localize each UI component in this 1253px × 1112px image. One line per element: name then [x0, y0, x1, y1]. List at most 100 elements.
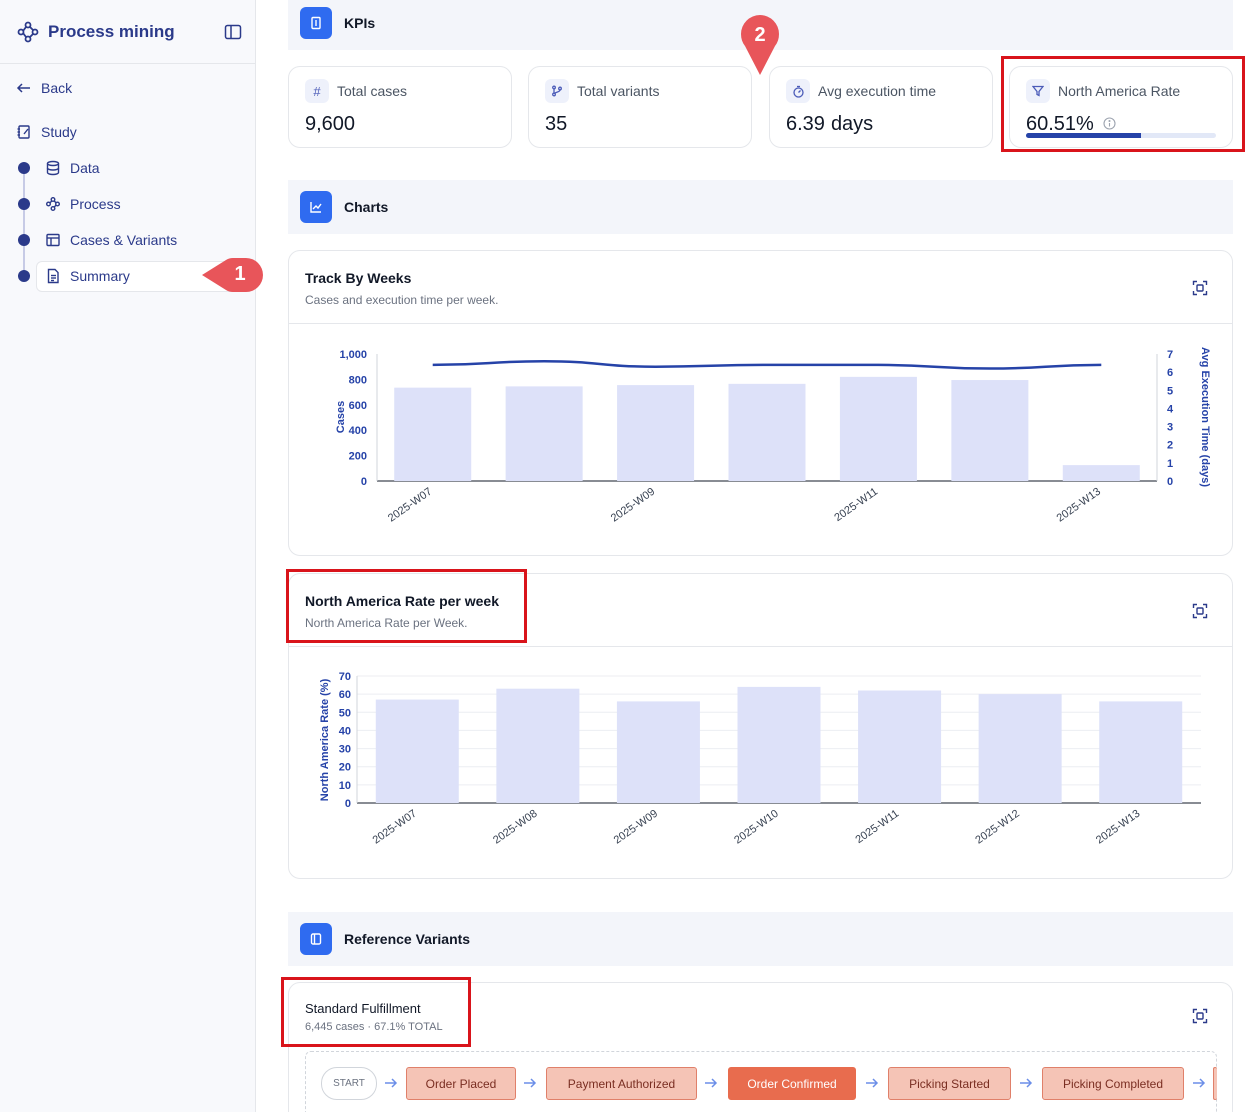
y-tick-label: 20	[339, 762, 351, 774]
chart-bar	[1099, 701, 1183, 803]
y-tick-label: 600	[349, 400, 367, 412]
tree-line	[23, 168, 25, 276]
arrow-right-icon	[524, 1078, 537, 1088]
tree-dot	[18, 270, 30, 282]
y-tick-label: 60	[339, 689, 351, 701]
kpi-card-avg-execution-time: Avg execution time 6.39 days	[769, 66, 993, 148]
y2-tick-label: 7	[1167, 349, 1173, 361]
callout-marker-2: 2	[739, 13, 781, 77]
workflow-icon	[46, 197, 60, 211]
flow-node-partial	[1213, 1067, 1217, 1100]
kpi-section-icon	[300, 7, 332, 39]
kpi-label: Avg execution time	[818, 83, 937, 99]
kpi-card-total-cases: # Total cases 9,600	[288, 66, 512, 148]
section-title: Charts	[344, 199, 389, 215]
arrow-right-icon	[1020, 1078, 1033, 1088]
highlight-box-chart-title	[286, 569, 527, 643]
sidebar-item-label: Summary	[70, 268, 130, 284]
back-label: Back	[41, 80, 73, 96]
variants-section-icon	[300, 923, 332, 955]
expand-icon[interactable]	[1192, 280, 1208, 296]
kpi-value: 35	[545, 113, 568, 135]
x-tick-label: 2025-W07	[371, 808, 419, 847]
sidebar-item-label: Process	[70, 196, 121, 212]
tree-dot	[18, 162, 30, 174]
section-title: Reference Variants	[344, 931, 471, 947]
notebook-pen-icon	[17, 125, 30, 139]
expand-icon[interactable]	[1192, 603, 1208, 619]
chart-bar	[496, 688, 580, 803]
y-tick-label: 70	[339, 671, 351, 683]
x-tick-label: 2025-W12	[973, 808, 1021, 847]
y-tick-label: 1,000	[339, 349, 367, 361]
y-tick-label: 400	[349, 425, 367, 437]
x-tick-label: 2025-W11	[832, 486, 880, 524]
chart-bar	[394, 387, 472, 481]
y2-tick-label: 0	[1167, 476, 1173, 488]
kpi-unit: days	[830, 113, 874, 135]
callout-marker-1: 1	[200, 255, 266, 295]
card-divider	[289, 323, 1232, 324]
process-logo-icon	[17, 21, 39, 42]
x-tick-label: 2025-W09	[612, 808, 660, 847]
file-text-icon	[47, 268, 59, 284]
arrow-right-icon	[1193, 1078, 1206, 1088]
y2-tick-label: 2	[1167, 440, 1173, 452]
kpi-card-total-variants: Total variants 35	[528, 66, 752, 148]
timer-icon	[786, 79, 810, 103]
callout-number: 2	[754, 24, 766, 46]
x-tick-label: 2025-W10	[732, 808, 780, 847]
charts-section-header: Charts	[288, 180, 1233, 234]
chart-bar	[616, 701, 700, 803]
sidebar-item-cases-variants[interactable]: Cases & Variants	[45, 232, 177, 248]
flow-node-highlighted[interactable]: Order Confirmed	[728, 1067, 856, 1100]
y-tick-label: 0	[345, 798, 351, 810]
y2-tick-label: 5	[1167, 385, 1173, 397]
kpi-label: Total cases	[337, 83, 408, 99]
flow-node[interactable]: Order Placed	[406, 1067, 516, 1100]
arrow-right-icon	[705, 1078, 718, 1088]
flow-node[interactable]: Payment Authorized	[546, 1067, 697, 1100]
sidebar-toggle-icon[interactable]	[224, 24, 242, 40]
flow-node[interactable]: Picking Completed	[1042, 1067, 1184, 1100]
flow-node-start: START	[321, 1067, 377, 1100]
sidebar: Process mining Back Study Data Process C…	[0, 0, 256, 1112]
sidebar-item-summary[interactable]: Summary	[45, 268, 130, 284]
x-tick-label: 2025-W08	[491, 808, 539, 847]
flow-node[interactable]: Picking Started	[888, 1067, 1011, 1100]
chart-bar	[617, 385, 695, 481]
tree-dot	[18, 198, 30, 210]
y-tick-label: 30	[339, 744, 351, 756]
sidebar-item-label: Data	[70, 160, 100, 176]
y-tick-label: 0	[361, 476, 367, 488]
sidebar-item-process[interactable]: Process	[45, 196, 121, 212]
y-tick-label: 10	[339, 780, 351, 792]
x-tick-label: 2025-W09	[609, 486, 657, 525]
chart-subtitle: Cases and execution time per week.	[305, 293, 499, 307]
arrow-right-icon	[866, 1078, 879, 1088]
y-tick-label: 800	[349, 374, 367, 386]
track-by-weeks-card: Track By Weeks Cases and execution time …	[288, 250, 1233, 556]
expand-icon[interactable]	[1192, 1008, 1208, 1024]
kpi-value: 9,600	[305, 113, 356, 135]
x-tick-label: 2025-W11	[854, 808, 902, 846]
sidebar-item-data[interactable]: Data	[45, 160, 100, 176]
card-divider	[289, 646, 1232, 647]
chart-bar	[728, 383, 806, 481]
x-tick-label: 2025-W13	[1094, 808, 1142, 847]
arrow-right-icon	[385, 1078, 398, 1088]
back-link[interactable]: Back	[16, 80, 72, 96]
chart-bar	[737, 686, 821, 803]
chart-bar	[1062, 465, 1140, 481]
y2-tick-label: 1	[1167, 458, 1173, 470]
table-icon	[46, 233, 60, 247]
chart-bar	[375, 699, 459, 803]
study-label: Study	[41, 124, 77, 140]
chart-bar	[505, 386, 583, 481]
section-title: KPIs	[344, 15, 376, 31]
chart-title: Track By Weeks	[305, 270, 412, 286]
chart-bar	[951, 380, 1029, 481]
x-tick-label: 2025-W07	[386, 486, 434, 525]
sidebar-item-study[interactable]: Study	[16, 124, 77, 140]
highlight-box-kpi	[1001, 56, 1245, 152]
